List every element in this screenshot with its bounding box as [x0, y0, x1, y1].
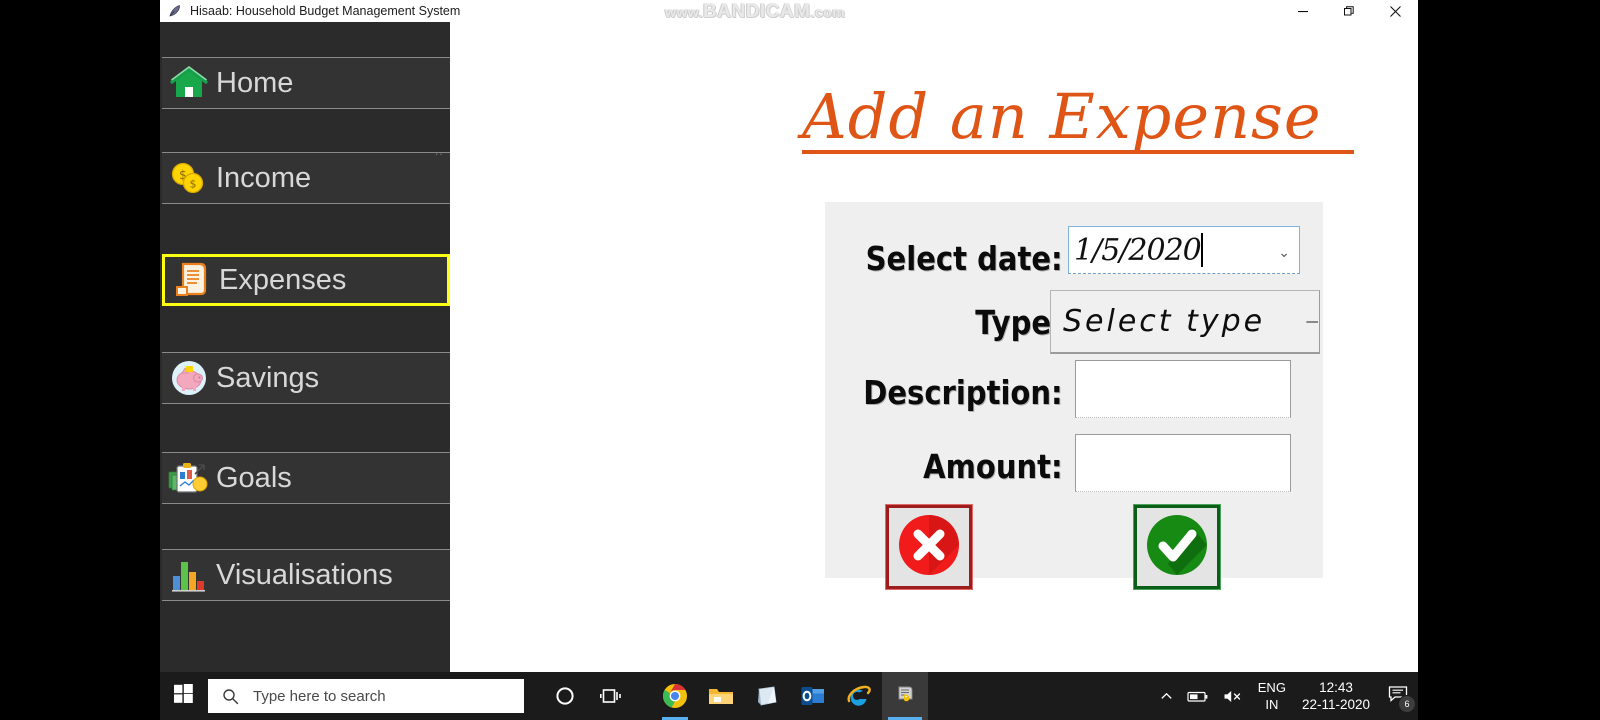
start-button[interactable]: [160, 672, 206, 720]
sticky-notes-icon[interactable]: [744, 672, 790, 720]
application-window: Hisaab: Household Budget Management Syst…: [160, 0, 1418, 672]
sidebar-navigation: Home $ $ Income Expenses Savings Goals V…: [160, 22, 450, 672]
goals-clipboard-icon: [166, 457, 212, 499]
language-secondary: IN: [1265, 697, 1279, 712]
green-circle-check-icon: [1144, 512, 1210, 583]
receipt-scroll-icon: [169, 259, 215, 301]
tray-chevron-up-icon[interactable]: [1153, 672, 1180, 720]
battery-icon[interactable]: [1180, 672, 1216, 720]
chrome-icon[interactable]: [652, 672, 698, 720]
page-title: Add an Expense: [802, 80, 1322, 153]
watermark-suffix: .com: [810, 4, 846, 20]
type-label: Type:: [975, 302, 1063, 342]
search-input[interactable]: Type here to search: [208, 679, 524, 713]
cortana-circle-icon[interactable]: [542, 672, 588, 720]
text-caret: [1200, 233, 1203, 267]
sidebar-item-goals[interactable]: Goals: [162, 452, 450, 504]
notification-center-button[interactable]: 6: [1378, 672, 1418, 720]
sidebar-item-visualisations[interactable]: Visualisations: [162, 549, 450, 601]
clock-time: 12:43: [1319, 680, 1353, 695]
outlook-icon[interactable]: [790, 672, 836, 720]
description-input[interactable]: [1075, 360, 1291, 418]
language-indicator[interactable]: ENG IN: [1250, 672, 1294, 720]
python-app-icon[interactable]: [882, 672, 928, 720]
minimize-button[interactable]: [1280, 0, 1326, 22]
sidebar-dots-marker: ..: [435, 144, 444, 158]
type-dropdown[interactable]: Select type –: [1050, 290, 1320, 354]
bar-chart-icon: [166, 554, 212, 596]
description-label: Description:: [863, 372, 1063, 412]
sidebar-item-label: Home: [216, 66, 294, 99]
dropdown-arrow-icon: –: [1305, 313, 1318, 330]
cancel-button[interactable]: [885, 504, 973, 590]
restore-button[interactable]: [1326, 0, 1372, 22]
sidebar-item-savings[interactable]: Savings: [162, 352, 450, 404]
notification-badge: 6: [1398, 695, 1416, 713]
expense-form-panel: Select date: 1/5/2020 ⌄ Type: Select typ…: [825, 202, 1323, 590]
watermark-prefix: www.: [665, 4, 704, 20]
clock-date: 22-11-2020: [1301, 697, 1370, 712]
search-placeholder: Type here to search: [253, 687, 386, 705]
sidebar-item-expenses[interactable]: Expenses: [162, 254, 450, 306]
confirm-button[interactable]: [1133, 504, 1221, 590]
file-explorer-icon[interactable]: [698, 672, 744, 720]
task-view-icon[interactable]: [588, 672, 634, 720]
amount-input[interactable]: [1075, 434, 1291, 492]
piggy-bank-icon: [166, 357, 212, 399]
screen: Hisaab: Household Budget Management Syst…: [0, 0, 1600, 720]
internet-explorer-icon[interactable]: [836, 672, 882, 720]
clock[interactable]: 12:43 22-11-2020: [1294, 672, 1378, 720]
sidebar-item-home[interactable]: Home: [162, 57, 450, 109]
bandicam-watermark: www.BANDICAM.com: [665, 1, 845, 23]
type-selected-value: Select type: [1063, 304, 1266, 339]
date-label: Select date:: [865, 238, 1063, 278]
system-tray: ENG IN 12:43 22-11-2020 6: [1153, 672, 1418, 720]
house-icon: [166, 62, 212, 104]
chevron-down-icon[interactable]: ⌄: [1278, 244, 1290, 261]
sidebar-item-label: Income: [216, 161, 312, 194]
svg-text:$: $: [190, 178, 197, 191]
date-value: 1/5/2020: [1074, 232, 1202, 268]
date-input[interactable]: 1/5/2020 ⌄: [1068, 226, 1300, 274]
main-content: Add an Expense Select date: 1/5/2020 ⌄ T…: [450, 22, 1418, 672]
windows-taskbar: Type here to search ENG IN 12:43 22-11-2…: [160, 672, 1418, 720]
sidebar-item-label: Visualisations: [216, 558, 393, 591]
window-title: Hisaab: Household Budget Management Syst…: [190, 4, 461, 18]
window-controls: [1280, 0, 1418, 22]
sidebar-item-label: Savings: [216, 361, 320, 394]
sidebar-item-income[interactable]: $ $ Income: [162, 152, 450, 204]
page-title-underline: [802, 150, 1354, 154]
language-primary: ENG: [1257, 680, 1286, 695]
sidebar-item-label: Expenses: [219, 263, 347, 296]
watermark-brand: BANDICAM: [703, 1, 811, 22]
volume-muted-icon[interactable]: [1216, 672, 1250, 720]
coins-icon: $ $: [166, 157, 212, 199]
windows-logo-icon: [173, 684, 193, 708]
close-button[interactable]: [1372, 0, 1418, 22]
red-circle-x-icon: [896, 512, 962, 583]
amount-label: Amount:: [923, 446, 1063, 486]
search-icon: [222, 688, 239, 705]
sidebar-item-label: Goals: [216, 461, 292, 494]
feather-pen-icon: [166, 2, 184, 20]
